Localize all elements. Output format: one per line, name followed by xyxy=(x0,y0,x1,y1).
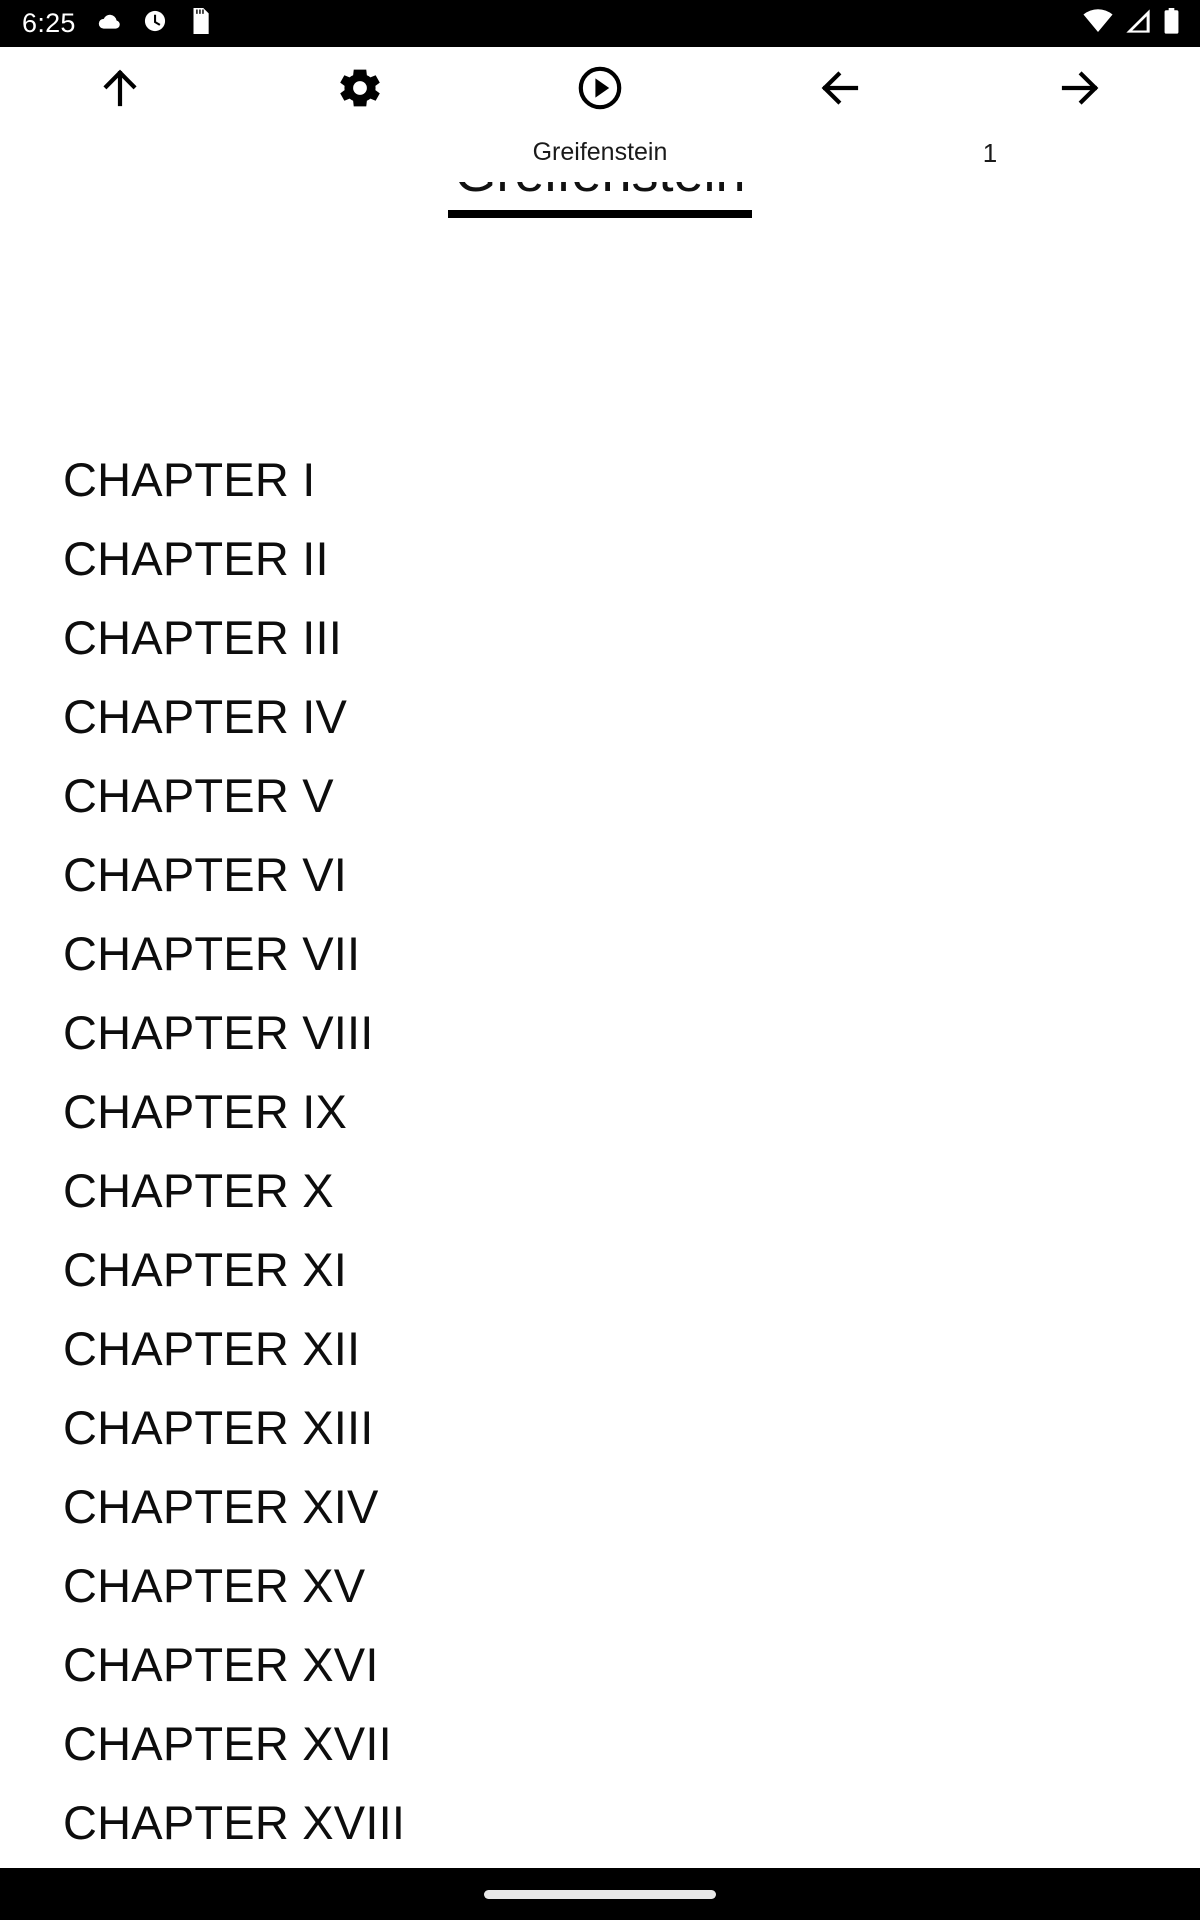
scroll-to-top-button[interactable] xyxy=(0,47,240,132)
reader-toolbar xyxy=(0,47,1200,132)
status-bar-right xyxy=(1083,8,1180,39)
gear-icon xyxy=(335,63,385,116)
previous-button[interactable] xyxy=(720,47,960,132)
system-navigation-bar xyxy=(0,1868,1200,1920)
page-number: 1 xyxy=(982,138,998,168)
status-bar: 6:25 xyxy=(0,0,1200,47)
play-circle-icon xyxy=(576,64,624,115)
document-heading-container: Greifenstein xyxy=(0,182,1200,232)
list-item[interactable]: CHAPTER II xyxy=(63,519,1200,598)
arrow-left-icon xyxy=(816,64,864,115)
document-heading: Greifenstein xyxy=(448,182,752,218)
status-clock: 6:25 xyxy=(22,8,76,38)
cellular-signal-icon xyxy=(1124,8,1152,39)
list-item[interactable]: CHAPTER IV xyxy=(63,677,1200,756)
sd-card-icon xyxy=(188,8,212,39)
arrow-right-icon xyxy=(1056,64,1104,115)
cloud-icon xyxy=(96,8,122,39)
list-item[interactable]: CHAPTER XIV xyxy=(63,1467,1200,1546)
list-item[interactable]: CHAPTER XV xyxy=(63,1546,1200,1625)
status-bar-left: 6:25 xyxy=(22,8,212,39)
reader-header-row: Greifenstein 1 xyxy=(0,140,1200,180)
list-item[interactable]: CHAPTER XII xyxy=(63,1309,1200,1388)
gesture-handle[interactable] xyxy=(484,1889,716,1899)
list-item[interactable]: CHAPTER V xyxy=(63,756,1200,835)
settings-button[interactable] xyxy=(240,47,480,132)
list-item[interactable]: CHAPTER XVI xyxy=(63,1625,1200,1704)
list-item[interactable]: CHAPTER X xyxy=(63,1151,1200,1230)
table-of-contents: CHAPTER I CHAPTER II CHAPTER III CHAPTER… xyxy=(0,440,1200,1880)
list-item[interactable]: CHAPTER VIII xyxy=(63,993,1200,1072)
list-item[interactable]: CHAPTER XI xyxy=(63,1230,1200,1309)
play-button[interactable] xyxy=(480,47,720,132)
next-button[interactable] xyxy=(960,47,1200,132)
battery-icon xyxy=(1163,8,1180,39)
list-item[interactable]: CHAPTER III xyxy=(63,598,1200,677)
list-item[interactable]: CHAPTER XVII xyxy=(63,1704,1200,1783)
app-screen: 6:25 Greifenstein 1 CHAPTER I CHAPTER II… xyxy=(0,0,1200,1920)
arrow-up-icon xyxy=(96,64,144,115)
wifi-icon xyxy=(1083,8,1113,39)
clock-alarm-icon xyxy=(142,8,168,39)
list-item[interactable]: CHAPTER VII xyxy=(63,914,1200,993)
list-item[interactable]: CHAPTER I xyxy=(63,440,1200,519)
list-item[interactable]: CHAPTER XVIII xyxy=(63,1783,1200,1862)
list-item[interactable]: CHAPTER IX xyxy=(63,1072,1200,1151)
list-item[interactable]: CHAPTER XIII xyxy=(63,1388,1200,1467)
list-item[interactable]: CHAPTER VI xyxy=(63,835,1200,914)
